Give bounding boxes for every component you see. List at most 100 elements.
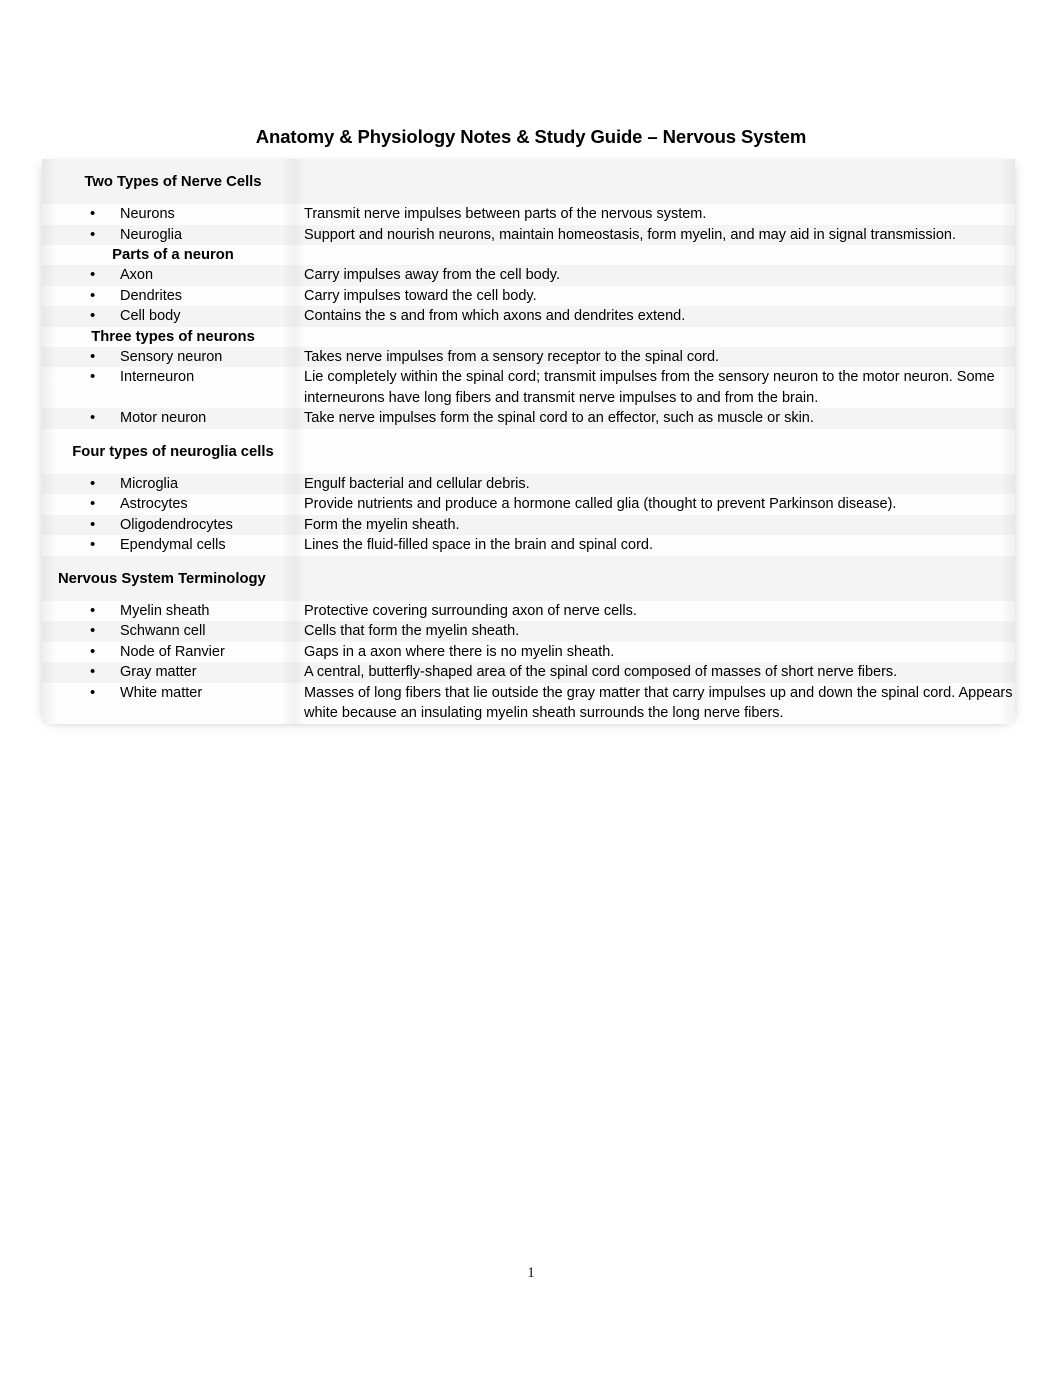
table-row: • Oligodendrocytes Form the myelin sheath.	[42, 514, 1015, 535]
table-row: • Microglia Engulf bacterial and cellular …	[42, 473, 1015, 494]
table-row: • Ependymal cells Lines the fluid-filled s…	[42, 535, 1015, 556]
term-cell: • White matter	[42, 682, 304, 724]
term-cell: • Node of Ranvier	[42, 641, 304, 662]
table-row: • Neuroglia Support and nourish neurons, m…	[42, 224, 1015, 245]
document-page: Anatomy & Physiology Notes & Study Guide…	[0, 0, 1062, 1377]
bullet-icon: •	[90, 663, 96, 680]
term-cell: • Myelin sheath	[42, 600, 304, 621]
term-label: Schwann cell	[120, 623, 206, 639]
description-cell: Take nerve impulses form the spinal cord…	[304, 408, 1015, 429]
page-title: Anatomy & Physiology Notes & Study Guide…	[255, 126, 807, 147]
table-row: • Sensory neuron Takes nerve impulses from…	[42, 346, 1015, 367]
bullet-icon: •	[90, 307, 96, 324]
description-cell: Takes nerve impulses from a sensory rece…	[304, 346, 1015, 367]
bullet-icon: •	[90, 474, 96, 492]
term-cell: • Motor neuron	[42, 408, 304, 429]
description-cell: Support and nourish neurons, maintain ho…	[304, 224, 1015, 245]
table-row: • Neurons Transmit nerve impulses between …	[42, 204, 1015, 225]
description-cell: Lines the fluid-filled space in the brai…	[304, 535, 1015, 556]
description-cell: Provide nutrients and produce a hormone …	[304, 494, 1015, 515]
term-label: Cell body	[120, 308, 181, 324]
term-cell: • Dendrites	[42, 285, 304, 306]
description-cell: Gaps in a axon where there is no myelin …	[304, 641, 1015, 662]
bullet-icon: •	[90, 286, 96, 304]
term-bullet-line: • Sensory neuron	[42, 347, 304, 367]
section-heading: Three types of neurons	[42, 326, 304, 347]
description-cell: Form the myelin sheath.	[304, 514, 1015, 535]
bullet-icon: •	[90, 536, 96, 553]
description-cell: Transmit nerve impulses between parts of…	[304, 204, 1015, 225]
term-label: Myelin sheath	[120, 602, 210, 619]
term-bullet-line: • Axon	[42, 265, 304, 285]
section-heading-row: Three types of neurons	[42, 326, 1015, 347]
term-bullet-line: • Ependymal cells	[42, 535, 304, 555]
table-row: • Dendrites Carry impulses toward the cell…	[42, 285, 1015, 306]
description-cell: Engulf bacterial and cellular debris.	[304, 473, 1015, 494]
bullet-icon: •	[90, 266, 96, 283]
term-bullet-line: • Myelin sheath	[42, 601, 304, 621]
term-label: Interneuron	[120, 369, 195, 385]
section-heading-row: Four types of neuroglia cells	[42, 428, 1015, 474]
term-bullet-line: • Schwann cell	[42, 621, 304, 641]
term-cell: • Cell body	[42, 306, 304, 327]
term-bullet-line: • White matter	[42, 683, 304, 703]
table-row: • Astrocytes Provide nutrients and produce…	[42, 494, 1015, 515]
description-cell: Carry impulses toward the cell body.	[304, 285, 1015, 306]
term-cell: • Axon	[42, 265, 304, 286]
table-row: • Motor neuron Take nerve impulses form th…	[42, 408, 1015, 429]
table-row: • Interneuron Lie completely within the sp…	[42, 367, 1015, 408]
section-heading-row: Two Types of Nerve Cells	[42, 159, 1015, 204]
description-cell: Cells that form the myelin sheath.	[304, 621, 1015, 642]
section-heading-description-cell	[304, 428, 1015, 474]
term-label: Oligodendrocytes	[120, 516, 233, 533]
section-heading: Nervous System Terminology	[42, 555, 304, 601]
term-cell: • Interneuron	[42, 367, 304, 408]
bullet-icon: •	[90, 622, 96, 639]
term-cell: • Gray matter	[42, 662, 304, 683]
term-cell: • Microglia	[42, 473, 304, 494]
description-cell: Masses of long fibers that lie outside t…	[304, 682, 1015, 724]
section-heading-description-cell	[304, 555, 1015, 601]
term-bullet-line: • Gray matter	[42, 662, 304, 682]
section-heading-description-cell	[304, 245, 1015, 265]
term-cell: • Schwann cell	[42, 621, 304, 642]
bullet-icon: •	[90, 683, 96, 701]
term-cell: • Neuroglia	[42, 224, 304, 245]
term-label: Neuroglia	[120, 226, 183, 243]
description-cell: Protective covering surrounding axon of …	[304, 600, 1015, 621]
section-heading-description-cell	[304, 326, 1015, 347]
term-label: White matter	[120, 684, 203, 701]
bullet-icon: •	[90, 515, 96, 533]
section-heading: Parts of a neuron	[42, 245, 304, 265]
table-row: • Node of Ranvier Gaps in a axon where the…	[42, 641, 1015, 662]
section-heading: Four types of neuroglia cells	[42, 428, 304, 474]
term-cell: • Neurons	[42, 204, 304, 225]
term-label: Microglia	[120, 475, 179, 492]
page-number: 1	[527, 1265, 535, 1281]
table-row: • White matter Masses of long fibers that …	[42, 682, 1015, 724]
term-label: Astrocytes	[120, 496, 188, 512]
table-row: • Myelin sheath Protective covering surrou…	[42, 600, 1015, 621]
bullet-icon: •	[90, 601, 96, 619]
section-heading-row: Parts of a neuron	[42, 245, 1015, 265]
term-label: Motor neuron	[120, 410, 207, 426]
term-cell: • Sensory neuron	[42, 346, 304, 367]
term-bullet-line: • Interneuron	[42, 367, 304, 387]
term-bullet-line: • Motor neuron	[42, 408, 304, 428]
description-cell: Carry impulses away from the cell body.	[304, 265, 1015, 286]
description-cell: Contains the s and from which axons and …	[304, 306, 1015, 327]
bullet-icon: •	[90, 205, 96, 222]
description-cell: Lie completely within the spinal cord; t…	[304, 367, 1015, 408]
term-bullet-line: • Microglia	[42, 474, 304, 494]
term-bullet-line: • Dendrites	[42, 286, 304, 306]
term-bullet-line: • Node of Ranvier	[42, 642, 304, 662]
term-label: Neurons	[120, 206, 175, 222]
term-label: Node of Ranvier	[120, 643, 225, 660]
notes-table-container: Two Types of Nerve Cells • Neurons Transmit…	[42, 159, 1015, 724]
section-heading: Two Types of Nerve Cells	[42, 159, 304, 204]
table-row: • Gray matter A central, butterfly-shaped …	[42, 662, 1015, 683]
bullet-icon: •	[90, 347, 96, 365]
description-cell: A central, butterfly-shaped area of the …	[304, 662, 1015, 683]
term-label: Gray matter	[120, 664, 197, 680]
term-label: Ependymal cells	[120, 537, 226, 553]
